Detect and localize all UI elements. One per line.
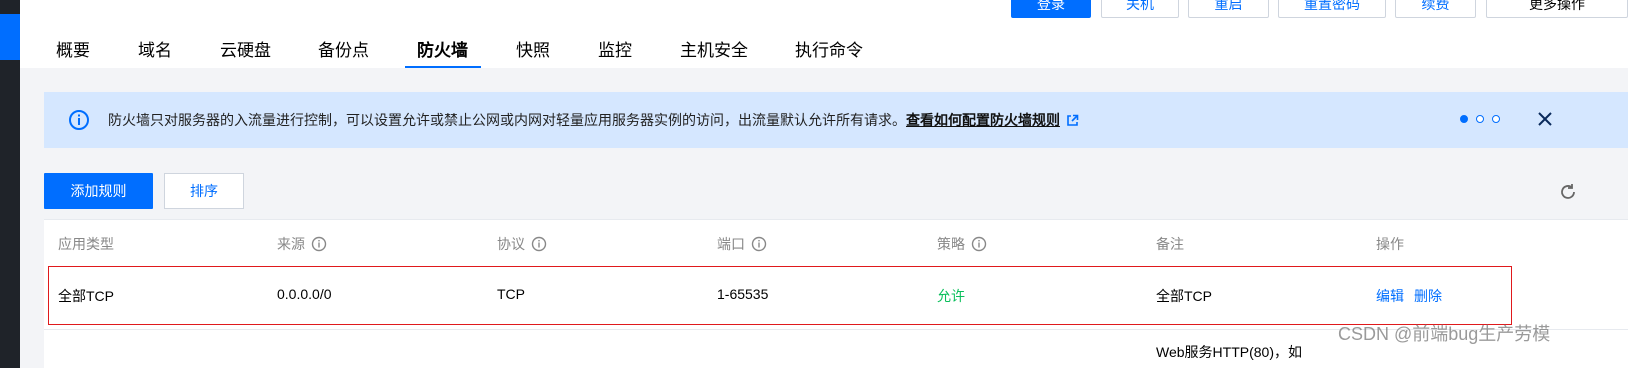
edit-link[interactable]: 编辑 [1376,286,1404,306]
cell-policy: 允许 [937,288,965,304]
cell-note: 全部TCP [1156,288,1212,304]
notice-help-link[interactable]: 查看如何配置防火墙规则 [906,112,1060,128]
watermark: CSDN @前端bug生产劳模 [1338,324,1551,344]
notice-message: 防火墙只对服务器的入流量进行控制，可以设置允许或禁止公网或内网对轻量应用服务器实… [108,112,906,128]
pager-dot-3[interactable] [1492,115,1500,123]
notice-pager [1460,115,1500,125]
close-icon[interactable] [1536,110,1554,128]
tab-host-security[interactable]: 主机安全 [680,36,748,61]
header-note: 备注 [1156,236,1184,252]
pager-dot-2[interactable] [1476,115,1484,123]
delete-link[interactable]: 删除 [1414,286,1442,306]
cell-source: 0.0.0.0/0 [277,286,332,302]
external-link-icon[interactable] [1066,114,1079,127]
pager-dot-1[interactable] [1460,115,1468,123]
reset-password-button[interactable]: 重置密码 [1278,0,1386,18]
info-icon[interactable] [311,236,327,252]
tab-domain[interactable]: 域名 [138,36,172,61]
add-rule-button[interactable]: 添加规则 [44,173,153,209]
left-rail [0,0,20,368]
restart-button[interactable]: 重启 [1188,0,1269,18]
header-policy: 策略 [937,234,987,254]
next-row-note: Web服务HTTP(80)，如 [1156,344,1302,360]
tab-cloud-disk[interactable]: 云硬盘 [220,36,271,61]
notice-banner: 防火墙只对服务器的入流量进行控制，可以设置允许或禁止公网或内网对轻量应用服务器实… [44,92,1628,148]
info-icon[interactable] [751,236,767,252]
login-button[interactable]: 登录 [1011,0,1091,18]
header-app-type: 应用类型 [58,236,114,252]
cell-protocol: TCP [497,286,525,302]
header-port: 端口 [717,234,767,254]
more-actions-label: 更多操作 [1529,0,1585,12]
cell-port: 1-65535 [717,286,769,302]
cell-app-type: 全部TCP [58,288,114,304]
more-actions-button[interactable]: 更多操作 [1486,0,1628,18]
info-icon[interactable] [531,236,547,252]
header-source: 来源 [277,234,327,254]
tab-monitor[interactable]: 监控 [598,36,632,61]
table-row-highlight [48,266,1512,325]
renew-button[interactable]: 续费 [1395,0,1476,18]
firewall-rules-table: 应用类型 来源 协议 端口 策略 备注 操作 全部TCP 0.0.0.0/0 T… [44,219,1628,369]
left-rail-active-indicator [0,14,20,60]
tab-firewall[interactable]: 防火墙 [417,36,468,61]
top-action-bar: 登录 关机 重启 重置密码 续费 更多操作 [0,0,1628,20]
info-icon[interactable] [971,236,987,252]
tab-execute-command[interactable]: 执行命令 [795,36,863,61]
shutdown-button[interactable]: 关机 [1101,0,1179,18]
sort-button[interactable]: 排序 [164,173,244,209]
tab-overview[interactable]: 概要 [56,36,90,61]
tab-snapshot[interactable]: 快照 [516,36,550,61]
header-actions: 操作 [1376,236,1404,252]
tab-bar: 概要 域名 云硬盘 备份点 防火墙 快照 监控 主机安全 执行命令 [20,32,1628,69]
info-icon [69,110,89,130]
header-protocol: 协议 [497,234,547,254]
notice-text-line: 防火墙只对服务器的入流量进行控制，可以设置允许或禁止公网或内网对轻量应用服务器实… [108,110,1079,130]
tab-backup[interactable]: 备份点 [318,36,369,61]
refresh-icon[interactable] [1558,182,1578,202]
